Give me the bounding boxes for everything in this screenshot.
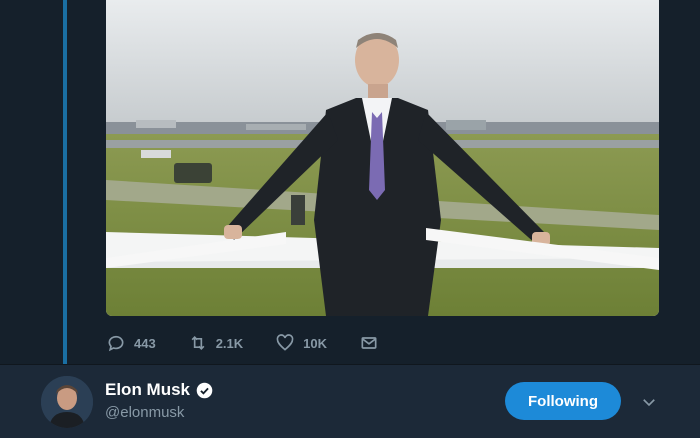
following-button[interactable]: Following (505, 382, 621, 420)
like-button[interactable]: 10K (275, 333, 327, 353)
retweet-button[interactable]: 2.1K (188, 333, 243, 353)
like-count: 10K (303, 335, 328, 351)
user-bar: Elon Musk @elonmusk Following (0, 365, 700, 438)
like-icon (276, 334, 294, 351)
thread-connector-line (63, 0, 67, 364)
dm-icon (361, 337, 377, 349)
verified-badge-icon (196, 382, 213, 398)
reply-count: 443 (134, 335, 156, 351)
user-name-block[interactable]: Elon Musk @elonmusk (105, 380, 213, 421)
reply-icon (108, 335, 124, 352)
dm-button[interactable] (359, 333, 379, 353)
avatar[interactable] (41, 376, 93, 428)
tweet-actions: 443 2.1K 10K (106, 330, 411, 356)
user-handle: @elonmusk (105, 404, 185, 421)
tweet-photo[interactable] (106, 0, 659, 316)
retweet-count: 2.1K (215, 335, 244, 351)
chevron-down-icon[interactable] (640, 393, 658, 411)
display-name-row: Elon Musk (105, 380, 213, 400)
display-name: Elon Musk (105, 380, 191, 399)
reply-button[interactable]: 443 (106, 333, 156, 353)
retweet-icon (191, 335, 205, 351)
